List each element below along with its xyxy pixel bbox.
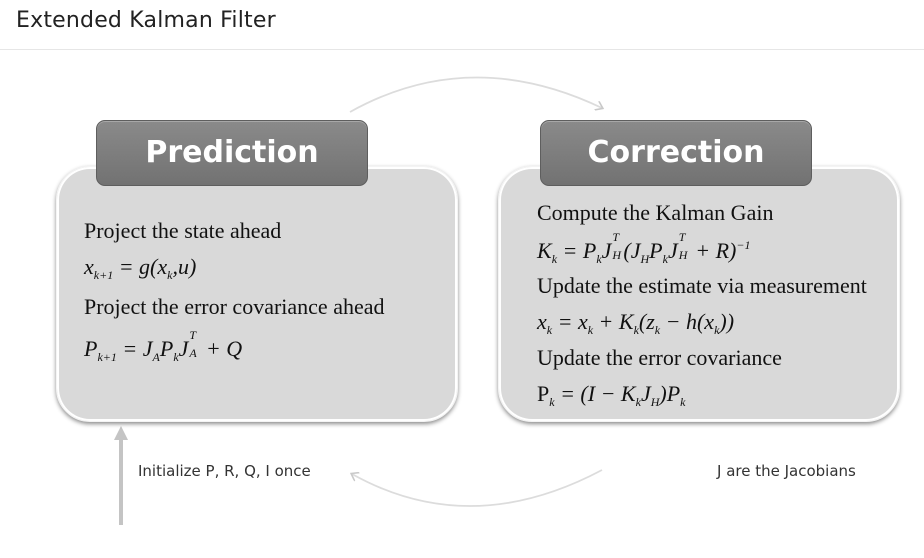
state-prediction-equation: xk+1 = g(xk,u) [84, 254, 197, 282]
covariance-prediction-equation: Pk+1 = JAPkJ T A + Q [84, 328, 243, 364]
correction-step-covariance: Update the error covariance [537, 345, 782, 370]
kalman-gain-equation: Kk = PkJ T H (JHPkJ T H + R)−1 [537, 230, 751, 266]
arrow-correction-to-prediction [352, 469, 603, 507]
estimate-update-equation: xk = xk + Kk(zk − h(xk)) [537, 309, 735, 337]
jacobians-note: J are the Jacobians [717, 462, 856, 480]
arrow-prediction-to-correction [349, 76, 602, 113]
prediction-step-state: Project the state ahead [84, 218, 282, 243]
prediction-step-covariance: Project the error covariance ahead [84, 294, 385, 319]
correction-step-gain: Compute the Kalman Gain [537, 200, 774, 225]
correction-header: Correction [540, 120, 812, 186]
prediction-header: Prediction [96, 120, 368, 186]
correction-step-estimate: Update the estimate via measurement [537, 273, 867, 298]
covariance-update-equation: Pk = (I − KkJH)Pk [537, 381, 686, 409]
initialize-note: Initialize P, R, Q, I once [138, 462, 311, 480]
